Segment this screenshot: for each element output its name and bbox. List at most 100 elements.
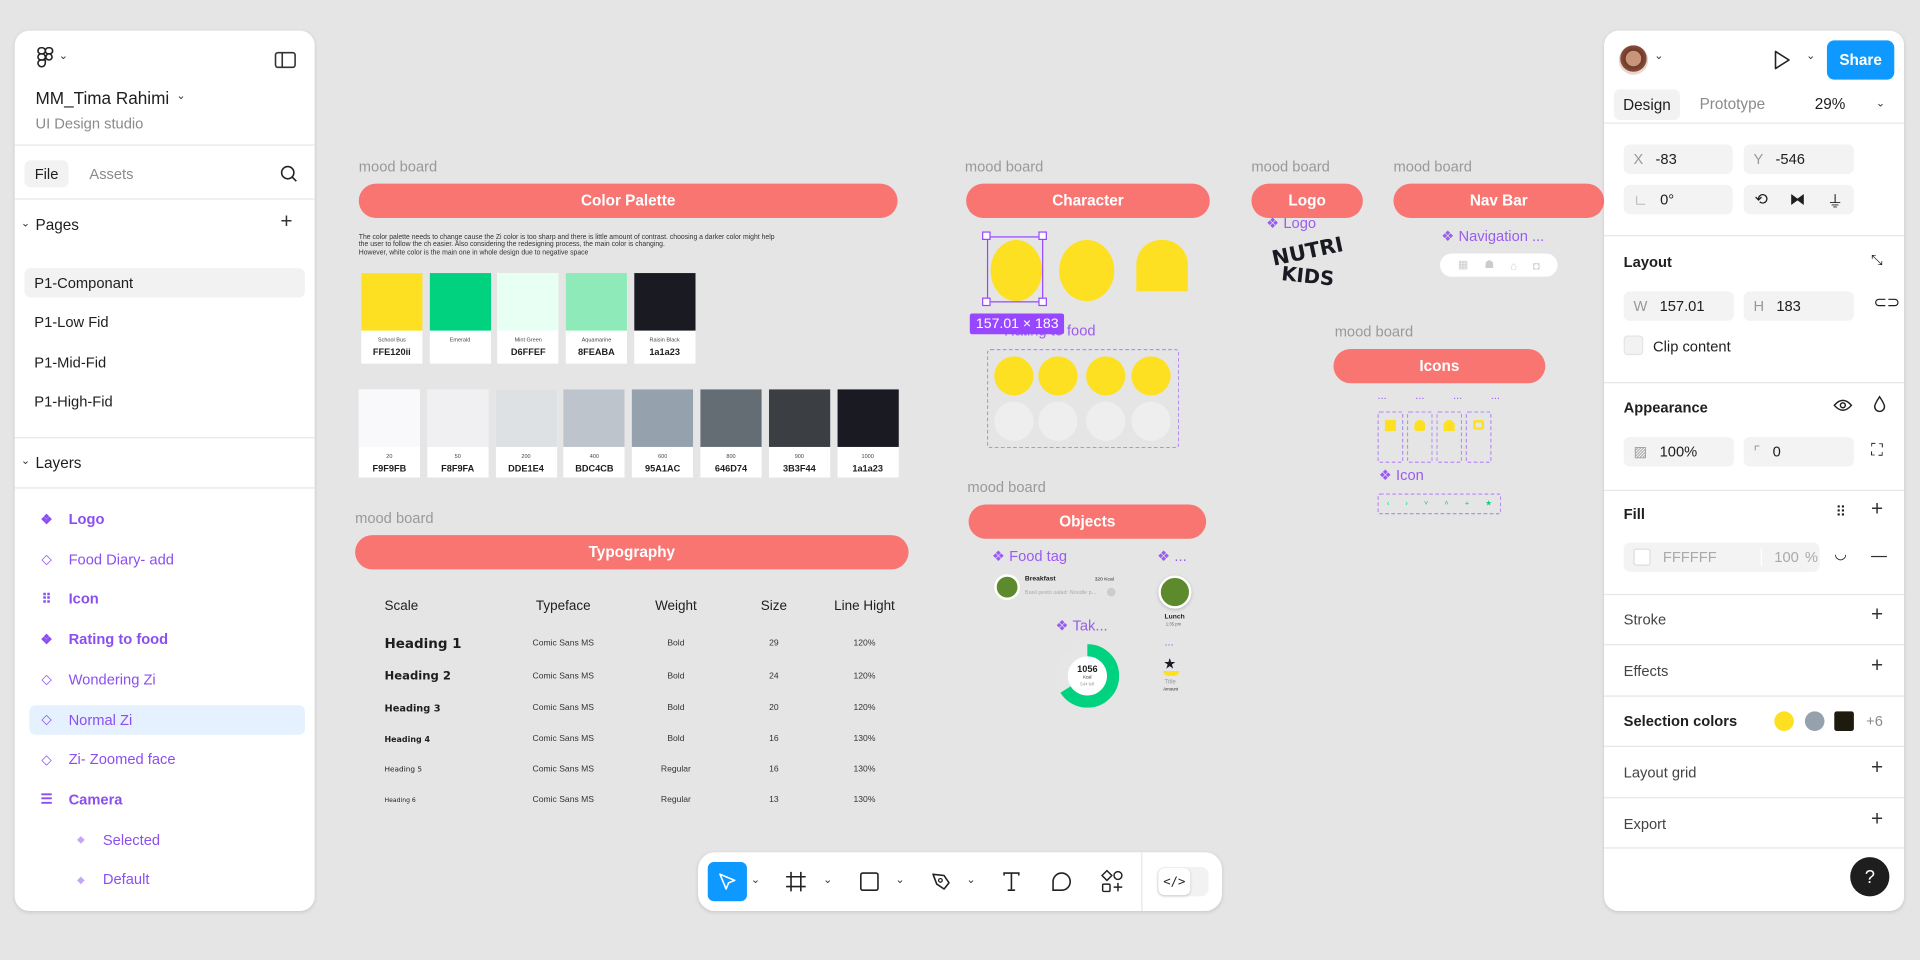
layer-item[interactable]: ◇ Food Diary- add (29, 545, 305, 574)
chevron-down-icon[interactable]: ⌄ (21, 217, 30, 230)
eye-icon[interactable] (1833, 398, 1853, 413)
color-swatch[interactable]: Aquamarine 8FEABA (565, 273, 628, 364)
resize-handle[interactable] (982, 231, 991, 241)
chevron-down-icon[interactable]: ⌄ (1654, 49, 1663, 62)
layer-item[interactable]: ◆ Selected (29, 825, 305, 854)
add-export-icon[interactable]: + (1871, 807, 1883, 831)
flip-horizontal-icon[interactable]: ⧓ (1790, 190, 1806, 210)
layer-item[interactable]: ◇ Zi- Zoomed face (29, 745, 305, 774)
add-effect-icon[interactable]: + (1871, 654, 1883, 678)
layer-item[interactable]: ❖ Logo (29, 504, 305, 533)
resize-handle[interactable] (1038, 297, 1047, 307)
blend-drop-icon[interactable] (1873, 395, 1886, 413)
rating-to-food-component[interactable] (986, 348, 1180, 449)
assets-tool-button[interactable] (1097, 867, 1126, 896)
color-swatch[interactable]: 20 F9F9FB (358, 389, 421, 478)
sidebar-toggle-icon[interactable] (274, 51, 296, 69)
tab-file[interactable]: File (24, 160, 69, 188)
rectangle-tool-button[interactable] (855, 867, 884, 896)
zoom-level[interactable]: 29% (1815, 96, 1846, 113)
export-header[interactable]: Export (1624, 816, 1666, 833)
tab-design[interactable]: Design (1613, 89, 1681, 121)
fill-opacity[interactable]: 100 (1760, 548, 1805, 566)
resize-handle[interactable] (982, 297, 991, 307)
width-field[interactable]: W 157.01 (1623, 291, 1734, 321)
layer-item[interactable]: ◇ Wondering Zi (29, 665, 305, 694)
layout-grid-header[interactable]: Layout grid (1624, 764, 1697, 781)
chevron-down-icon[interactable]: ⌄ (965, 873, 977, 886)
fill-hex[interactable]: FFFFFF (1663, 549, 1761, 566)
help-button[interactable]: ? (1850, 857, 1890, 897)
nav-bar-header[interactable]: Nav Bar (1393, 183, 1605, 218)
color-swatch[interactable]: 1000 1a1a23 (837, 389, 899, 478)
constrain-proportions-icon[interactable]: ⊂⊃ (1873, 293, 1900, 313)
icon-set-camera[interactable] (1465, 411, 1492, 463)
food-tag-card[interactable]: Breakfast 320 Kcal Basil pesto salad: No… (994, 573, 1116, 602)
color-swatch[interactable]: 800 646D74 (700, 389, 762, 478)
color-swatch[interactable]: 200 DDE1E4 (495, 389, 557, 478)
typography-header[interactable]: Typography (355, 535, 909, 570)
chevron-down-icon[interactable]: ⌄ (894, 873, 906, 886)
remove-fill-icon[interactable] (1871, 555, 1887, 558)
clip-content-checkbox[interactable] (1623, 335, 1644, 356)
move-tool-button[interactable] (707, 862, 747, 902)
icon-set-home[interactable] (1377, 411, 1404, 463)
y-position-field[interactable]: Y -546 (1743, 144, 1854, 174)
stroke-header[interactable]: Stroke (1624, 611, 1666, 628)
search-icon[interactable] (279, 164, 299, 184)
share-button[interactable]: Share (1826, 40, 1895, 80)
small-icons-row[interactable]: ‹ › ˅ ˄ + ★ (1377, 493, 1502, 515)
navigation-bar[interactable]: ▦ ☗ ⌂ ◘ (1440, 253, 1558, 277)
rotation-field[interactable]: ∟ 0° (1623, 184, 1733, 215)
add-page-icon[interactable]: + (280, 209, 292, 233)
frame-tool-button[interactable] (781, 867, 810, 896)
text-tool-button[interactable] (997, 867, 1026, 896)
fill-swatch[interactable] (1633, 548, 1651, 566)
collapse-icon[interactable]: ⤡ (1871, 251, 1883, 269)
layer-item[interactable]: ◆ Default (29, 865, 305, 894)
layer-item[interactable]: ❖ Rating to food (29, 625, 305, 654)
x-position-field[interactable]: X -83 (1623, 144, 1733, 174)
color-swatch[interactable]: 900 3B3F44 (768, 389, 830, 478)
pages-header[interactable]: Pages (36, 217, 79, 234)
hidden-eye-icon[interactable]: ◡ (1834, 545, 1847, 562)
chevron-down-icon[interactable]: ⌄ (1876, 97, 1885, 110)
effects-header[interactable]: Effects (1624, 662, 1669, 679)
nutri-kids-logo[interactable]: NUTRI KIDS (1264, 233, 1352, 291)
selection-color-swatch[interactable] (1834, 711, 1854, 732)
add-fill-icon[interactable]: + (1871, 497, 1883, 521)
dev-mode-toggle[interactable]: </> (1157, 866, 1209, 897)
character-header[interactable]: Character (966, 183, 1210, 218)
add-layout-grid-icon[interactable]: + (1871, 756, 1883, 780)
independent-corners-icon[interactable]: ⛶ (1871, 440, 1883, 461)
opacity-field[interactable]: ▨ 100% (1623, 437, 1734, 467)
color-swatch[interactable]: Raisin Black 1a1a23 (634, 273, 696, 364)
flip-vertical-icon[interactable]: ⏚ (1827, 188, 1843, 211)
color-palette-header[interactable]: Color Palette (358, 183, 898, 218)
selection-color-swatch[interactable] (1774, 711, 1794, 732)
resize-handle[interactable] (1038, 231, 1047, 241)
comment-tool-button[interactable] (1047, 867, 1076, 896)
logo-header[interactable]: Logo (1251, 183, 1363, 218)
star-badge-icon[interactable]: ★ (1163, 656, 1176, 671)
chevron-down-icon[interactable]: ⌄ (176, 89, 185, 102)
tab-assets[interactable]: Assets (89, 165, 133, 182)
layer-item[interactable]: ☰ Camera (29, 785, 305, 814)
icon-set-house[interactable] (1436, 411, 1463, 463)
lunch-image[interactable] (1158, 575, 1192, 609)
icons-header[interactable]: Icons (1333, 348, 1546, 384)
fill-row[interactable]: FFFFFF 100 % (1623, 542, 1820, 572)
layer-item[interactable]: ◇ Normal Zi (29, 704, 305, 735)
add-stroke-icon[interactable]: + (1871, 602, 1883, 626)
zi-zoomed-face[interactable] (1136, 240, 1188, 292)
height-field[interactable]: H 183 (1743, 291, 1854, 321)
selection-color-swatch[interactable] (1804, 711, 1824, 732)
color-swatch[interactable]: 400 BDC4CB (563, 389, 625, 478)
objects-header[interactable]: Objects (968, 504, 1207, 539)
chevron-down-icon[interactable]: ⌄ (1806, 49, 1815, 62)
color-swatch[interactable]: Emerald (429, 273, 491, 364)
zi-character-smile[interactable] (1059, 240, 1115, 302)
chevron-down-icon[interactable]: ⌄ (21, 454, 30, 467)
page-item[interactable]: P1-High-Fid (24, 387, 304, 416)
color-swatch[interactable]: 50 F8F9FA (427, 389, 489, 478)
